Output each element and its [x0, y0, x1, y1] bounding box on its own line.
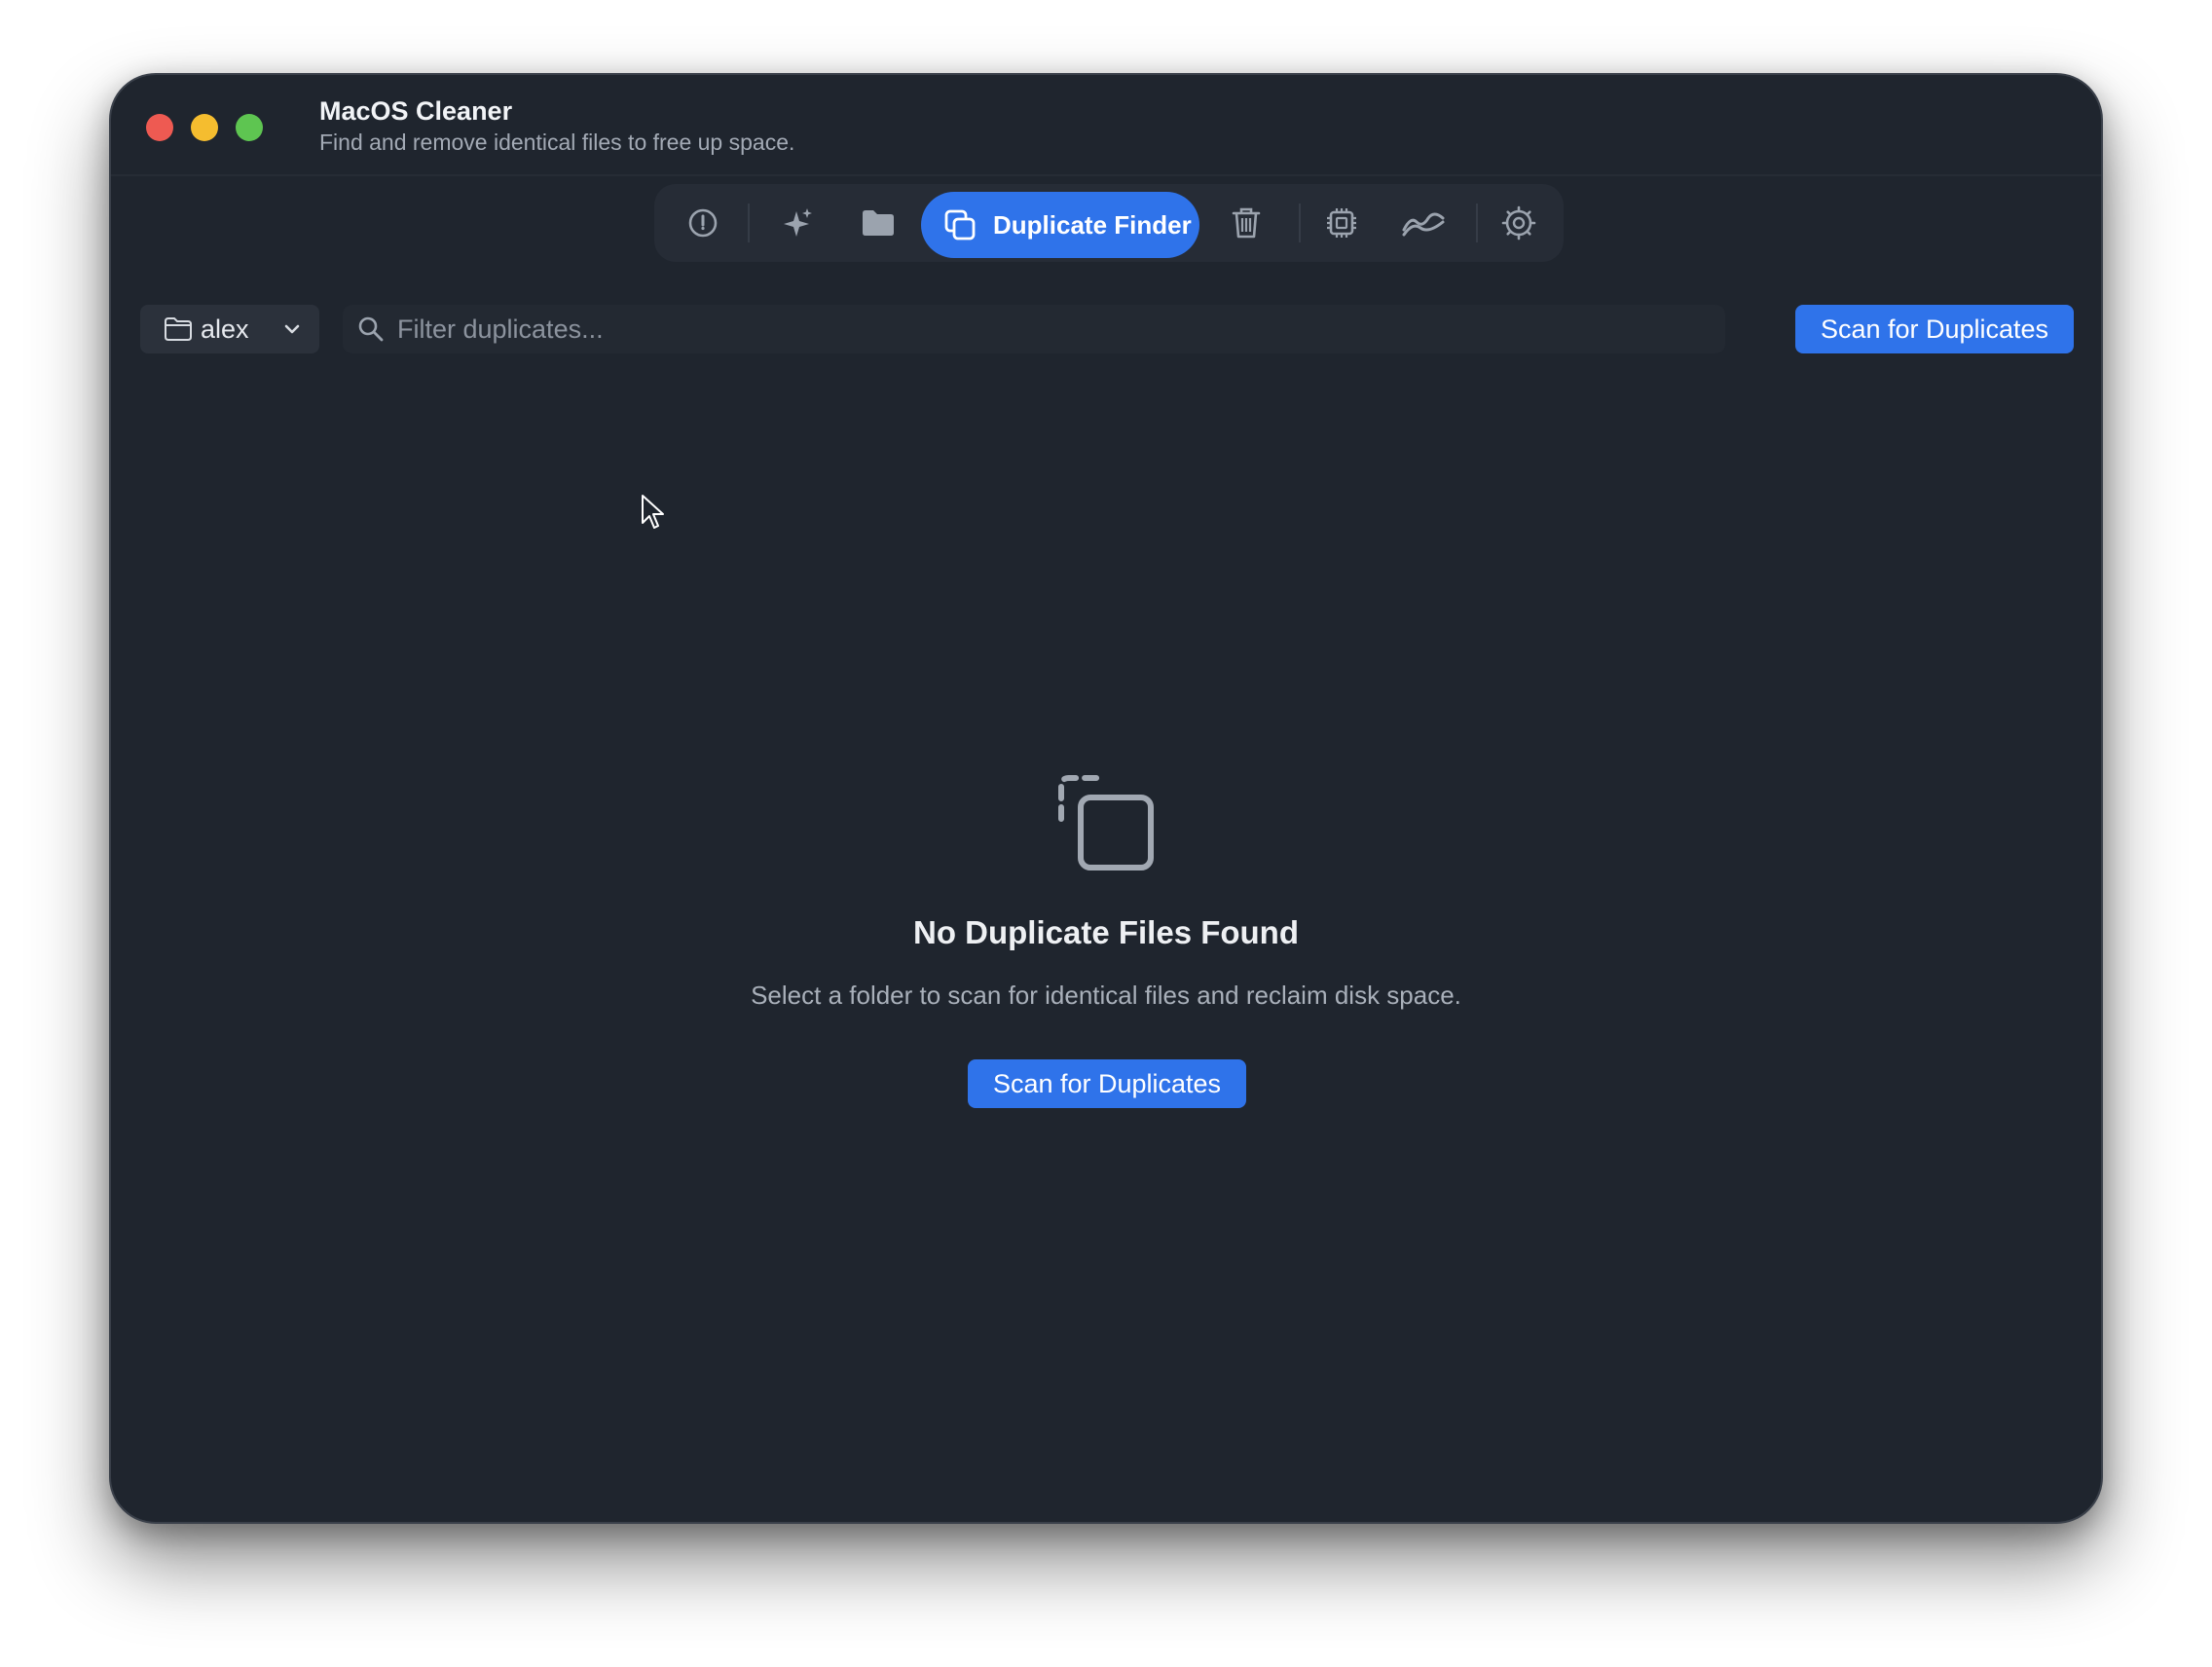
toolbar-duplicate-finder-button[interactable]: Duplicate Finder: [921, 192, 1199, 258]
folder-icon: [863, 210, 894, 236]
search-bar: [343, 305, 1725, 353]
empty-state-title: No Duplicate Files Found: [912, 914, 1300, 950]
empty-state-description: Select a folder to scan for identical fi…: [751, 981, 1461, 1010]
search-icon: [358, 316, 384, 342]
activity-icon: [1402, 212, 1445, 237]
main-toolbar: Duplicate Finder: [654, 184, 1564, 262]
toolbar-smart-scan-button[interactable]: [767, 192, 830, 254]
toolbar-settings-button[interactable]: [1488, 192, 1550, 254]
toolbar-separator: [1476, 204, 1478, 242]
maximize-window-button[interactable]: [236, 114, 263, 141]
toolbar-activity-button[interactable]: [1392, 192, 1455, 254]
app-window: MacOS Cleaner Find and remove identical …: [109, 73, 2103, 1524]
app-title: MacOS Cleaner: [319, 96, 513, 126]
trash-icon: [1232, 207, 1261, 239]
toolbar-separator: [748, 204, 750, 242]
minimize-window-button[interactable]: [191, 114, 218, 141]
sparkles-icon: [784, 208, 812, 237]
cpu-icon: [1327, 208, 1356, 238]
copy-icon: [944, 209, 976, 241]
toolbar-duplicate-finder-label: Duplicate Finder: [993, 209, 1192, 240]
search-input[interactable]: [395, 313, 1665, 346]
app-subtitle: Find and remove identical files to free …: [319, 130, 795, 155]
chevron-down-icon: [284, 324, 300, 334]
empty-state-scan-button[interactable]: Scan for Duplicates: [968, 1059, 1246, 1108]
copy-icon: [1058, 775, 1154, 871]
folder-picker[interactable]: alex: [140, 305, 319, 353]
mouse-cursor-icon: [642, 495, 664, 529]
toolbar-trash-button[interactable]: [1215, 192, 1277, 254]
title-bar: MacOS Cleaner Find and remove identical …: [111, 75, 2101, 176]
close-window-button[interactable]: [146, 114, 173, 141]
folder-icon: [165, 317, 192, 341]
gauge-icon: [688, 208, 718, 238]
gear-icon: [1501, 205, 1536, 241]
scan-for-duplicates-button[interactable]: Scan for Duplicates: [1795, 305, 2074, 353]
toolbar-separator: [1299, 204, 1301, 242]
toolbar-cpu-button[interactable]: [1310, 192, 1373, 254]
toolbar-files-button[interactable]: [847, 192, 909, 254]
folder-picker-label: alex: [201, 314, 249, 344]
toolbar-dashboard-button[interactable]: [672, 192, 734, 254]
